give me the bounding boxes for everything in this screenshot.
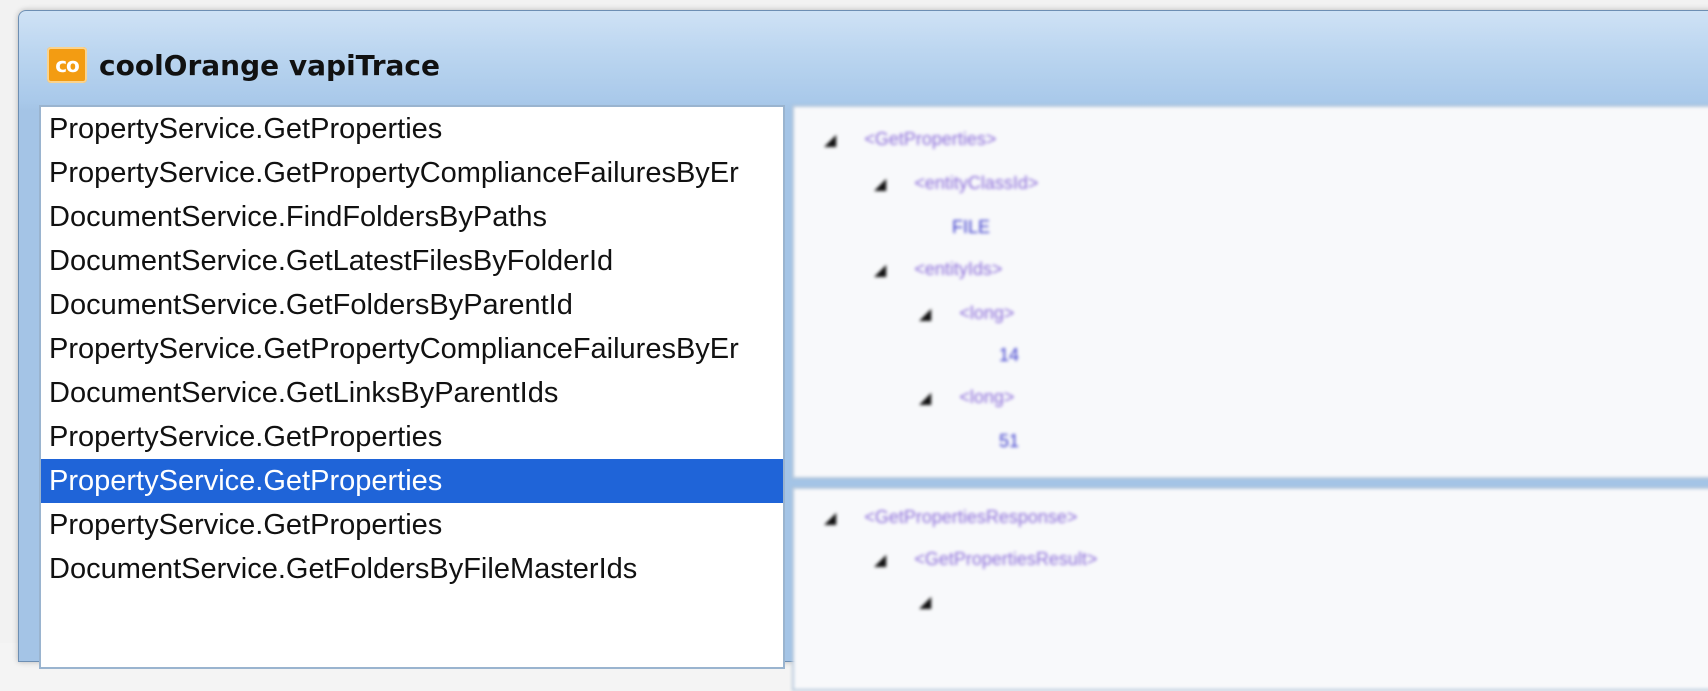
tree-node[interactable]: ◢ <GetPropertiesResponse> xyxy=(824,497,1077,537)
expand-triangle-icon[interactable]: ◢ xyxy=(874,262,886,279)
list-item[interactable]: DocumentService.GetFoldersByParentId xyxy=(41,283,783,327)
xml-tag: <long> xyxy=(959,387,1015,407)
expand-triangle-icon[interactable]: ◢ xyxy=(874,176,886,193)
app-window: co coolOrange vapiTrace PropertyService.… xyxy=(18,10,1708,691)
app-icon-text: co xyxy=(55,53,80,77)
tree-node[interactable]: ◢ <entityIds> xyxy=(874,249,1002,289)
list-item[interactable]: DocumentService.GetLinksByParentIds xyxy=(41,371,783,415)
xml-value: 51 xyxy=(999,431,1020,451)
list-item[interactable]: PropertyService.GetPropertyComplianceFai… xyxy=(41,327,783,371)
expand-triangle-icon[interactable]: ◢ xyxy=(919,306,931,323)
window-title: coolOrange vapiTrace xyxy=(99,49,440,82)
response-xml-tree[interactable]: ◢ <GetPropertiesResponse> ◢ <GetProperties… xyxy=(792,487,1708,691)
expand-triangle-icon[interactable]: ◢ xyxy=(874,552,886,569)
list-item[interactable]: PropertyService.GetProperties xyxy=(41,503,783,547)
tree-node[interactable]: ◢ <long> xyxy=(919,377,1014,417)
list-item[interactable]: PropertyService.GetProperties xyxy=(41,107,783,151)
xml-attribute-line xyxy=(959,591,964,611)
service-call-list[interactable]: PropertyService.GetProperties PropertySe… xyxy=(39,105,785,669)
list-item[interactable]: DocumentService.GetLatestFilesByFolderId xyxy=(41,239,783,283)
list-item[interactable]: DocumentService.FindFoldersByPaths xyxy=(41,195,783,239)
coolorange-logo-icon: co xyxy=(47,47,87,83)
tree-value: FILE xyxy=(952,207,990,247)
tree-node[interactable]: ◢ xyxy=(919,581,964,621)
xml-value: 14 xyxy=(999,345,1020,365)
expand-triangle-icon[interactable]: ◢ xyxy=(824,510,836,527)
xml-tag: <GetPropertiesResult> xyxy=(914,549,1098,569)
request-xml-tree[interactable]: ◢ <GetProperties> ◢ <entityClassId> FILE ◢… xyxy=(792,105,1708,479)
xml-tag: <entityClassId> xyxy=(914,173,1039,193)
xml-tag: <entityIds> xyxy=(914,259,1003,279)
tree-value: 51 xyxy=(999,421,1019,461)
tree-value: 14 xyxy=(999,335,1019,375)
list-item[interactable]: PropertyService.GetPropertyComplianceFai… xyxy=(41,151,783,195)
list-item[interactable]: PropertyService.GetProperties xyxy=(41,415,783,459)
xml-value: FILE xyxy=(952,217,991,237)
list-item-selected[interactable]: PropertyService.GetProperties xyxy=(41,459,783,503)
expand-triangle-icon[interactable]: ◢ xyxy=(919,594,931,611)
tree-node[interactable]: ◢ <long> xyxy=(919,293,1014,333)
xml-tag: <GetProperties> xyxy=(864,129,997,149)
expand-triangle-icon[interactable]: ◢ xyxy=(824,132,836,149)
xml-tag: <GetPropertiesResponse> xyxy=(864,507,1078,527)
title-bar[interactable]: co coolOrange vapiTrace xyxy=(19,11,1708,111)
xml-tag: <long> xyxy=(959,303,1015,323)
list-item[interactable]: DocumentService.GetFoldersByFileMasterId… xyxy=(41,547,783,591)
tree-node[interactable]: ◢ <GetProperties> xyxy=(824,119,996,159)
tree-node[interactable]: ◢ <GetPropertiesResult> xyxy=(874,539,1097,579)
tree-node[interactable]: ◢ <entityClassId> xyxy=(874,163,1038,203)
expand-triangle-icon[interactable]: ◢ xyxy=(919,390,931,407)
